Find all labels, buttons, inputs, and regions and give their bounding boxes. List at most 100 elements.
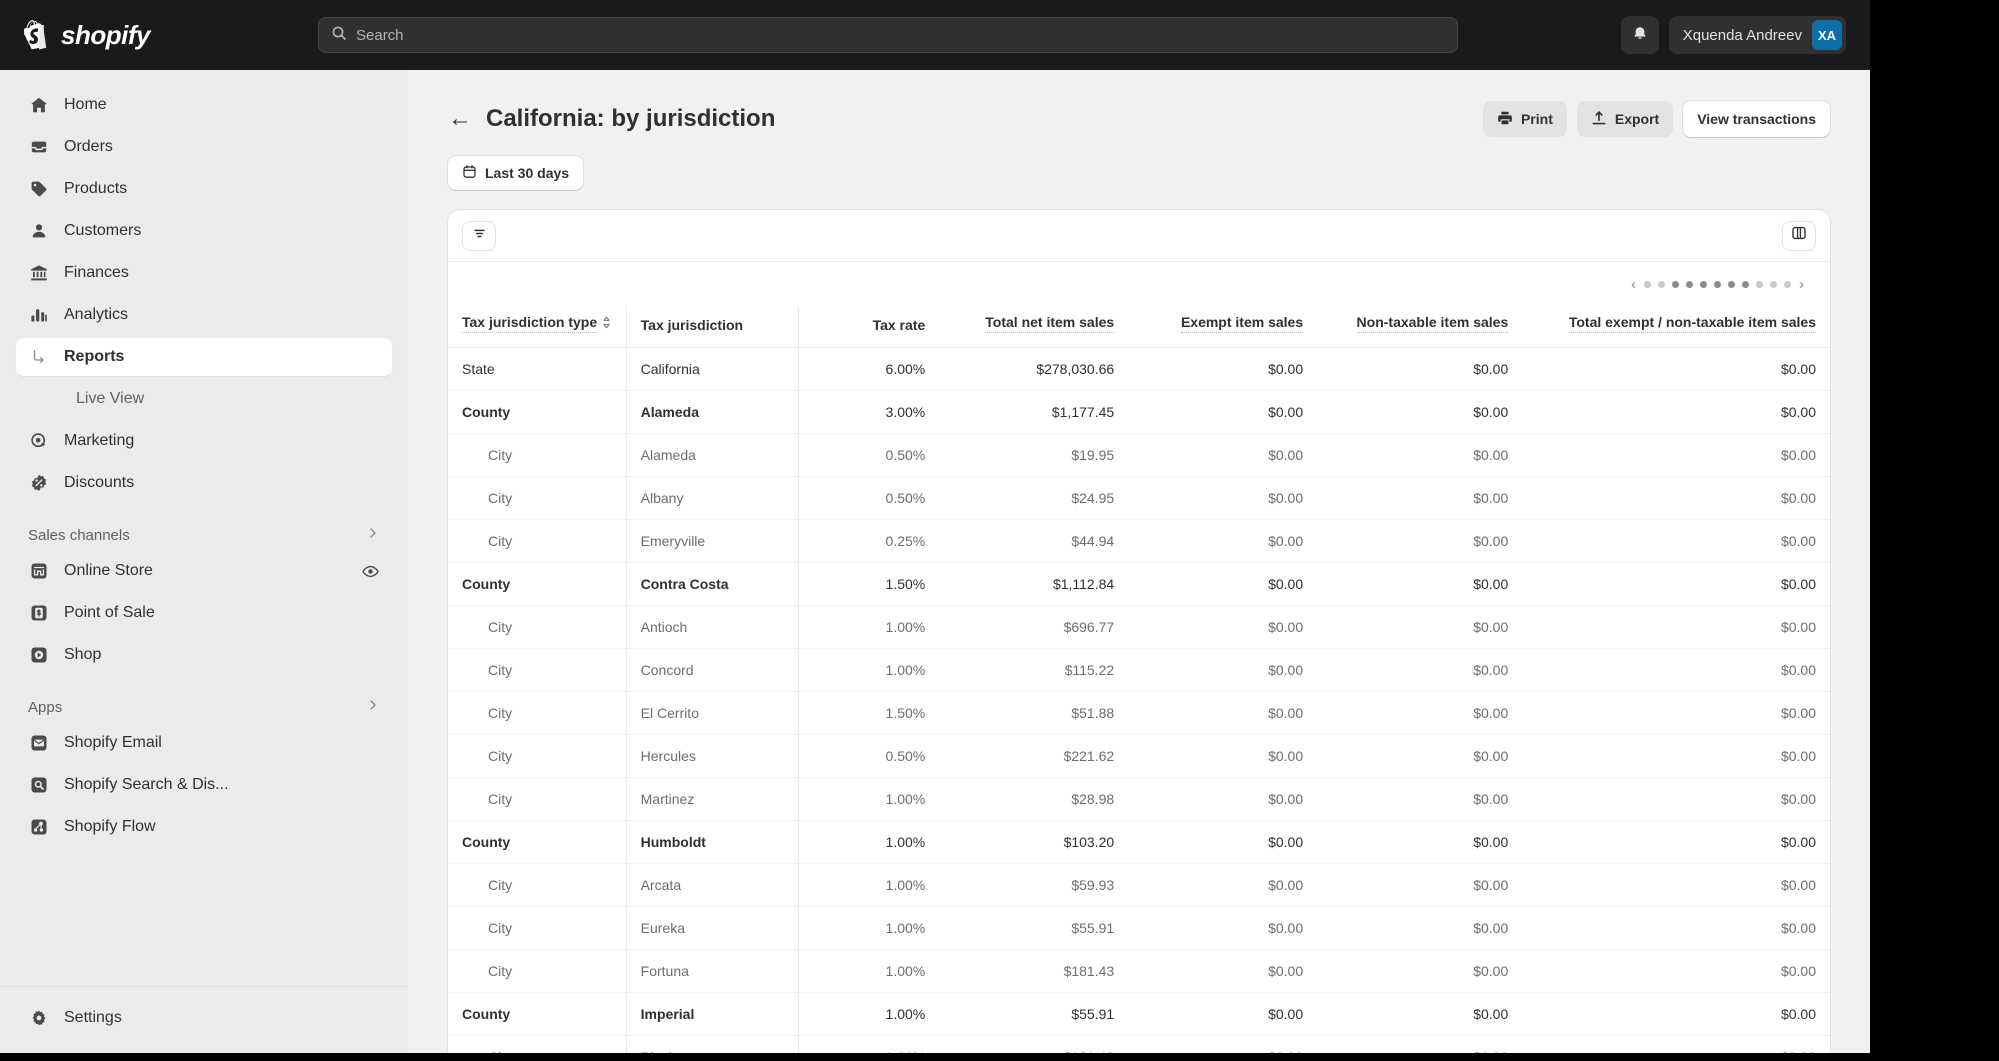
chevron-right-icon[interactable] xyxy=(366,526,380,544)
pagination-dot[interactable] xyxy=(1686,281,1693,288)
sidebar-item-finances[interactable]: Finances xyxy=(16,254,392,292)
export-button[interactable]: Export xyxy=(1577,101,1673,137)
print-button[interactable]: Print xyxy=(1483,101,1567,137)
table-row[interactable]: CityFortuna1.00%$181.43$0.00$0.00$0.00 xyxy=(448,950,1830,993)
cell-jurisdiction: Humboldt xyxy=(626,821,799,864)
pagination-dot[interactable] xyxy=(1728,281,1735,288)
cell-nontax: $0.00 xyxy=(1317,1036,1522,1054)
sidebar-item-discounts[interactable]: Discounts xyxy=(16,464,392,502)
cell-rate: 1.50% xyxy=(799,692,939,735)
pagination-dot[interactable] xyxy=(1742,281,1749,288)
column-header-non-taxable-item-sales[interactable]: Non-taxable item sales xyxy=(1317,306,1522,348)
pagination-dot[interactable] xyxy=(1644,281,1651,288)
column-header-label: Tax jurisdiction type xyxy=(462,314,597,333)
table-row[interactable]: CountyContra Costa1.50%$1,112.84$0.00$0.… xyxy=(448,563,1830,606)
cell-nontax: $0.00 xyxy=(1317,821,1522,864)
column-header-tax-jurisdiction[interactable]: Tax jurisdiction xyxy=(626,306,799,348)
cell-jurisdiction: Concord xyxy=(626,649,799,692)
cell-type: City xyxy=(448,735,626,778)
sidebar-item-label: Settings xyxy=(64,1009,122,1027)
button-label: Export xyxy=(1615,111,1659,127)
cell-totalexempt: $0.00 xyxy=(1522,950,1830,993)
sidebar-footer: Settings xyxy=(0,976,408,1053)
sidebar-section-apps[interactable]: Apps xyxy=(28,694,380,720)
sidebar-item-settings[interactable]: Settings xyxy=(16,999,392,1037)
filter-button[interactable] xyxy=(462,221,496,251)
cell-totalexempt: $0.00 xyxy=(1522,993,1830,1036)
notifications-button[interactable] xyxy=(1621,16,1659,54)
table-row[interactable]: CityHercules0.50%$221.62$0.00$0.00$0.00 xyxy=(448,735,1830,778)
home-icon xyxy=(28,94,50,116)
table-row[interactable]: CityAlameda0.50%$19.95$0.00$0.00$0.00 xyxy=(448,434,1830,477)
columns-button[interactable] xyxy=(1782,221,1816,251)
sidebar-item-shopify-flow[interactable]: Shopify Flow xyxy=(16,808,392,846)
sidebar-item-reports[interactable]: Reports xyxy=(16,338,392,376)
sidebar-item-shop[interactable]: Shop xyxy=(16,636,392,674)
cell-totalexempt: $0.00 xyxy=(1522,606,1830,649)
page-title: California: by jurisdiction xyxy=(486,105,775,133)
sidebar-item-orders[interactable]: Orders xyxy=(16,128,392,166)
shopify-logo[interactable]: shopify xyxy=(24,20,314,51)
search-input-placeholder[interactable]: Search xyxy=(356,27,404,44)
sidebar-item-shopify-email[interactable]: Shopify Email xyxy=(16,724,392,762)
pagination-next-button[interactable]: › xyxy=(1799,276,1804,293)
cell-type: City xyxy=(448,606,626,649)
sidebar-item-point-of-sale[interactable]: Point of Sale xyxy=(16,594,392,632)
user-menu-button[interactable]: Xquenda Andreev XA xyxy=(1669,16,1846,54)
column-header-tax-rate[interactable]: Tax rate xyxy=(799,306,939,348)
view-transactions-button[interactable]: View transactions xyxy=(1683,101,1830,137)
table-row[interactable]: CountyImperial1.00%$55.91$0.00$0.00$0.00 xyxy=(448,993,1830,1036)
pagination-dot[interactable] xyxy=(1770,281,1777,288)
email-app-icon xyxy=(28,732,50,754)
pagination-dot[interactable] xyxy=(1784,281,1791,288)
sidebar-item-shopify-search-discovery[interactable]: Shopify Search & Dis... xyxy=(16,766,392,804)
back-arrow-icon[interactable]: ← xyxy=(448,107,472,131)
flow-app-icon xyxy=(28,816,50,838)
sidebar-item-customers[interactable]: Customers xyxy=(16,212,392,250)
column-header-tax-jurisdiction-type[interactable]: Tax jurisdiction type xyxy=(448,306,626,348)
table-row[interactable]: CityPinole1.00%$181.43$0.00$0.00$0.00 xyxy=(448,1036,1830,1054)
sidebar-item-online-store[interactable]: Online Store xyxy=(16,552,392,590)
sidebar-item-analytics[interactable]: Analytics xyxy=(16,296,392,334)
pagination-dot[interactable] xyxy=(1700,281,1707,288)
table-row[interactable]: CityArcata1.00%$59.93$0.00$0.00$0.00 xyxy=(448,864,1830,907)
export-upload-icon xyxy=(1591,110,1607,129)
table-row[interactable]: CountyHumboldt1.00%$103.20$0.00$0.00$0.0… xyxy=(448,821,1830,864)
column-header-total-exempt-non-taxable-item-sales[interactable]: Total exempt / non-taxable item sales xyxy=(1522,306,1830,348)
storefront-icon xyxy=(28,560,50,582)
cell-type: City xyxy=(448,477,626,520)
date-filter-label: Last 30 days xyxy=(485,165,569,181)
table-row[interactable]: CityConcord1.00%$115.22$0.00$0.00$0.00 xyxy=(448,649,1830,692)
chevron-right-icon[interactable] xyxy=(366,698,380,716)
column-header-exempt-item-sales[interactable]: Exempt item sales xyxy=(1128,306,1317,348)
sidebar-item-marketing[interactable]: Marketing xyxy=(16,422,392,460)
sidebar-item-home[interactable]: Home xyxy=(16,86,392,124)
sort-updown-icon[interactable] xyxy=(602,316,611,331)
pagination-dot[interactable] xyxy=(1714,281,1721,288)
table-row[interactable]: CityEl Cerrito1.50%$51.88$0.00$0.00$0.00 xyxy=(448,692,1830,735)
pagination-dot[interactable] xyxy=(1672,281,1679,288)
table-row[interactable]: CityAntioch1.00%$696.77$0.00$0.00$0.00 xyxy=(448,606,1830,649)
cell-rate: 1.00% xyxy=(799,649,939,692)
column-header-total-net-item-sales[interactable]: Total net item sales xyxy=(939,306,1128,348)
cell-jurisdiction: Antioch xyxy=(626,606,799,649)
pagination-dot[interactable] xyxy=(1756,281,1763,288)
cell-rate: 0.50% xyxy=(799,434,939,477)
pagination-dot[interactable] xyxy=(1658,281,1665,288)
sidebar-item-live-view[interactable]: Live View xyxy=(16,380,392,418)
table-row[interactable]: CityAlbany0.50%$24.95$0.00$0.00$0.00 xyxy=(448,477,1830,520)
table-row[interactable]: CityMartinez1.00%$28.98$0.00$0.00$0.00 xyxy=(448,778,1830,821)
pagination-prev-button[interactable]: ‹ xyxy=(1631,276,1636,293)
table-row[interactable]: CityEmeryville0.25%$44.94$0.00$0.00$0.00 xyxy=(448,520,1830,563)
table-row[interactable]: CityEureka1.00%$55.91$0.00$0.00$0.00 xyxy=(448,907,1830,950)
cell-exempt: $0.00 xyxy=(1128,907,1317,950)
global-search-bar[interactable]: Search xyxy=(318,17,1458,53)
sidebar-section-sales-channels[interactable]: Sales channels xyxy=(28,522,380,548)
table-row[interactable]: StateCalifornia6.00%$278,030.66$0.00$0.0… xyxy=(448,348,1830,391)
cell-rate: 1.00% xyxy=(799,606,939,649)
cell-exempt: $0.00 xyxy=(1128,864,1317,907)
eye-icon[interactable] xyxy=(361,562,380,581)
date-range-filter[interactable]: Last 30 days xyxy=(448,156,583,190)
sidebar-item-products[interactable]: Products xyxy=(16,170,392,208)
table-row[interactable]: CountyAlameda3.00%$1,177.45$0.00$0.00$0.… xyxy=(448,391,1830,434)
